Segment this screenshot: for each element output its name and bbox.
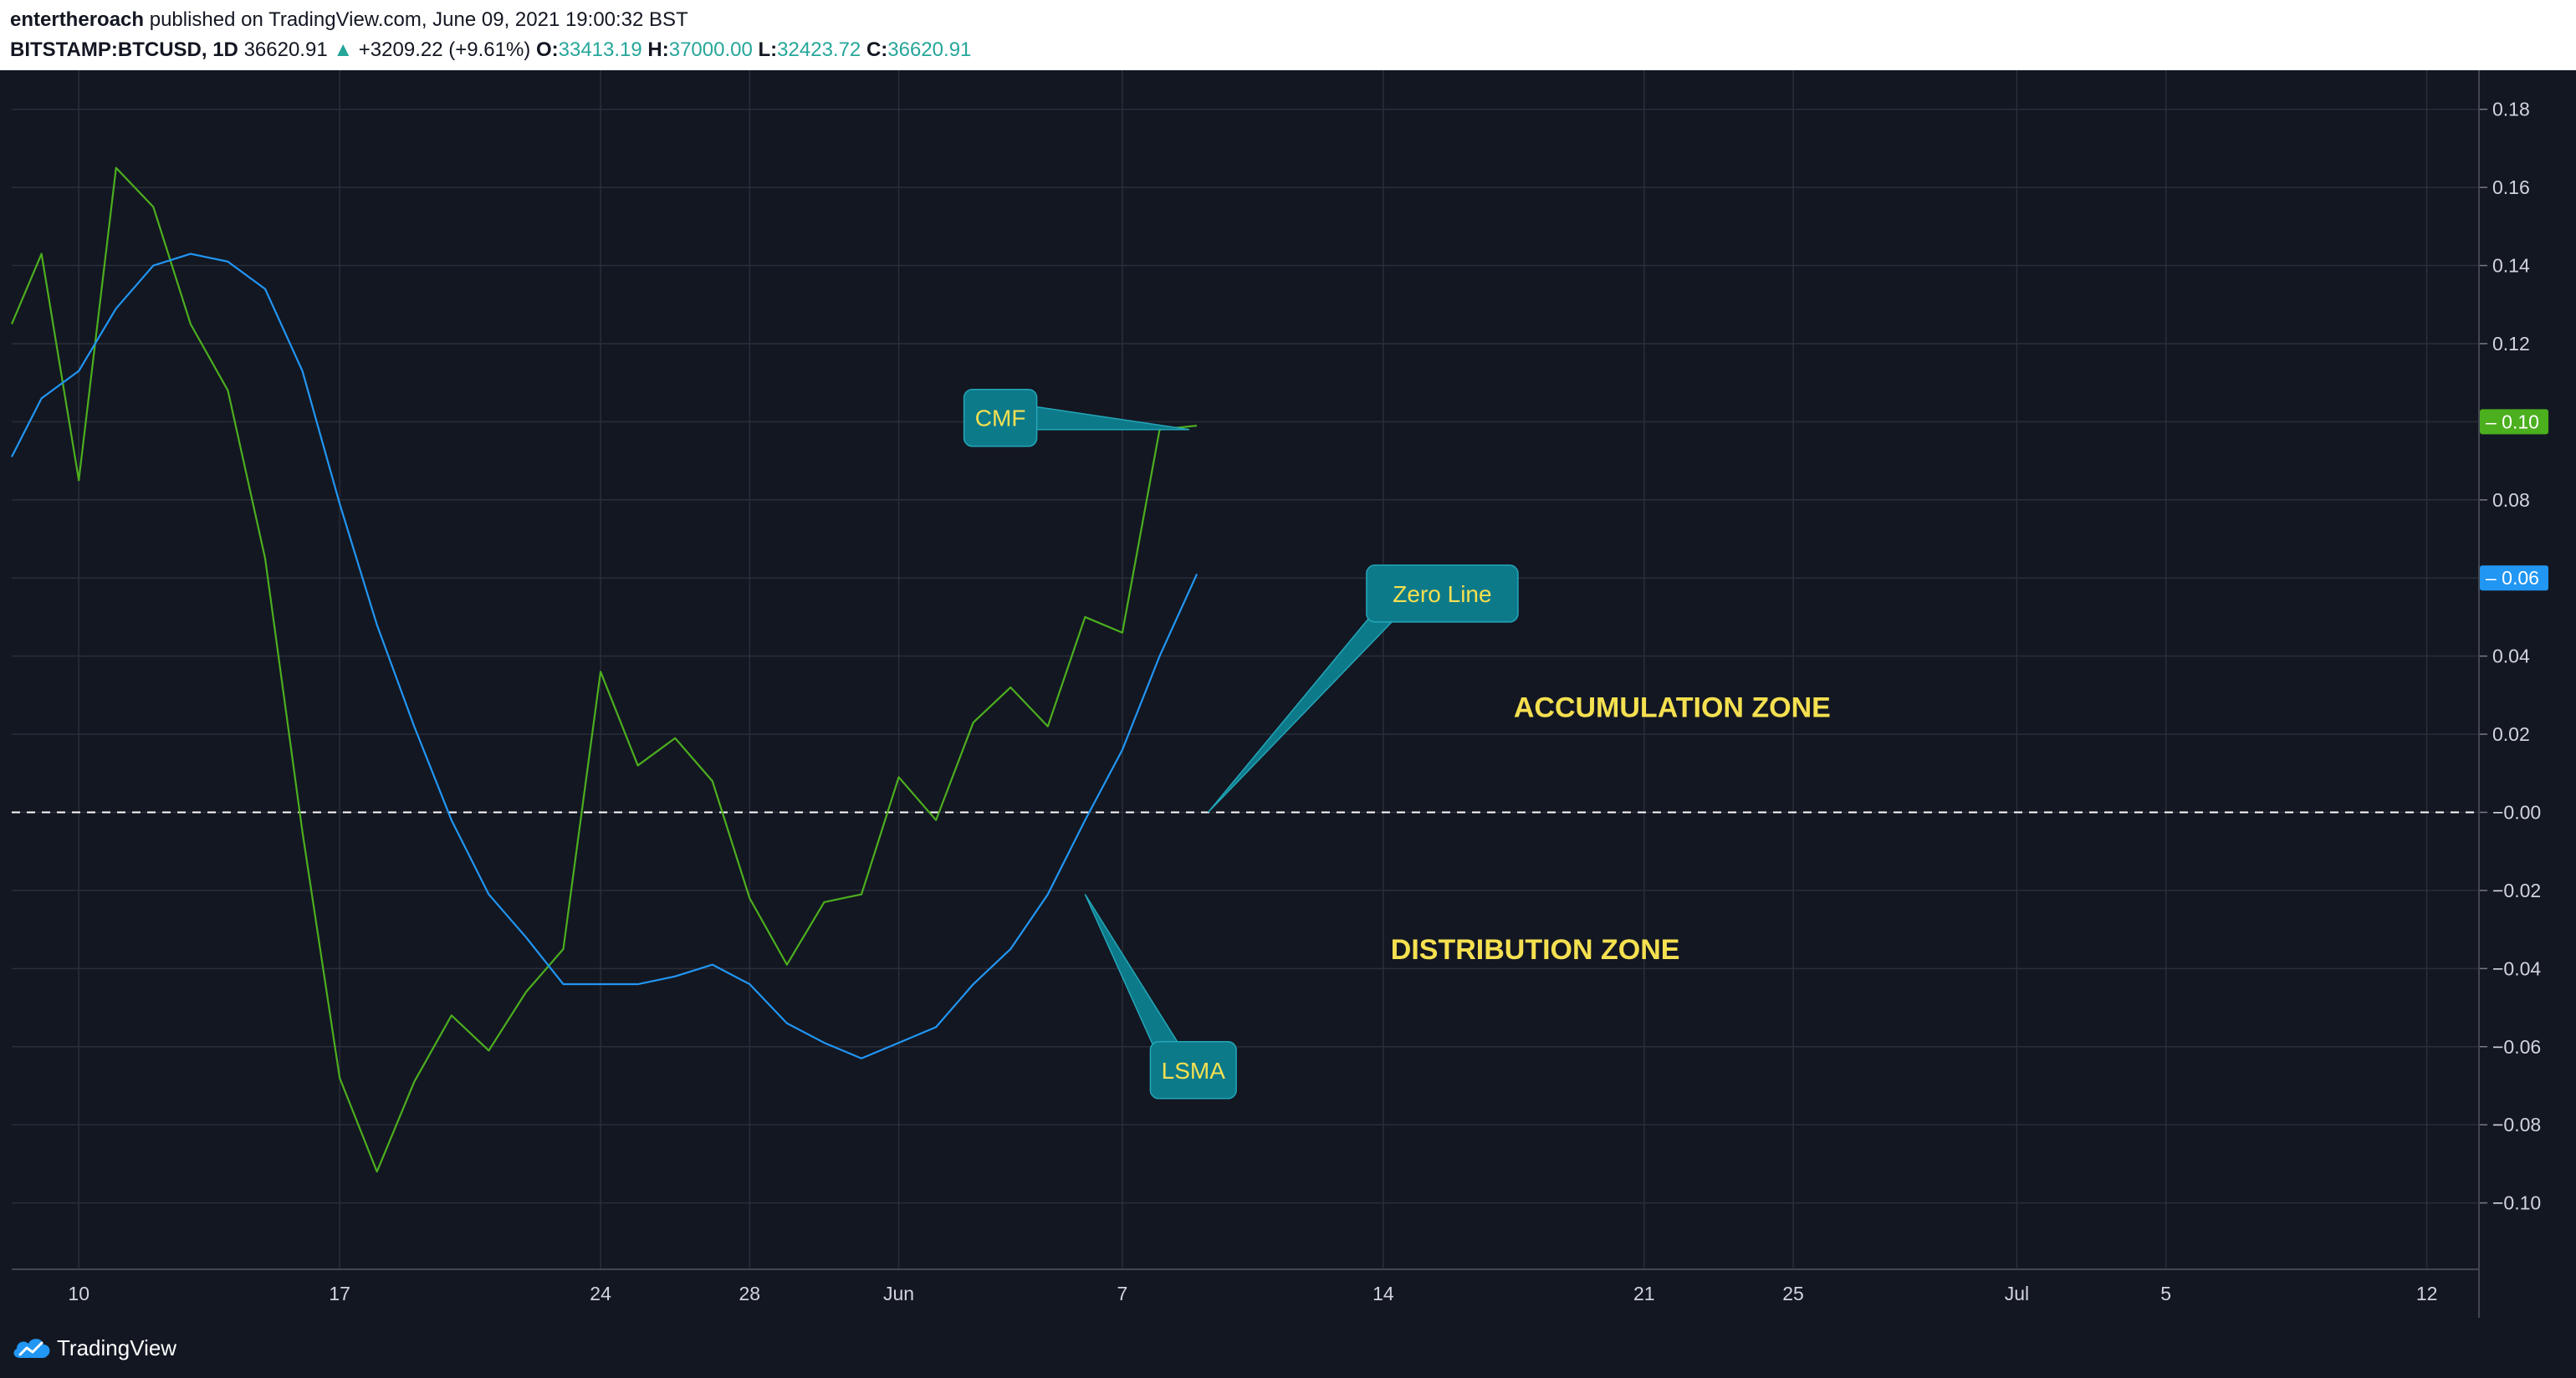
y-tick-label: 0.14 bbox=[2492, 255, 2530, 277]
x-tick-label: Jun bbox=[883, 1283, 914, 1304]
callout-label: CMF bbox=[975, 406, 1026, 431]
x-tick-label: 28 bbox=[739, 1283, 761, 1304]
tradingview-brand[interactable]: TradingView bbox=[57, 1333, 176, 1363]
high-label: H: bbox=[647, 38, 669, 61]
x-tick-label: 14 bbox=[1372, 1283, 1394, 1304]
x-tick-label: 10 bbox=[68, 1283, 89, 1304]
ohlc-line: BITSTAMP:BTCUSD, 1D 36620.91 ▲ +3209.22 … bbox=[10, 35, 971, 65]
y-tick-label: −0.08 bbox=[2492, 1114, 2541, 1136]
y-tick-label: −0.06 bbox=[2492, 1036, 2541, 1058]
y-tick-label: 0.02 bbox=[2492, 723, 2530, 745]
y-tick-label: 0.12 bbox=[2492, 333, 2530, 355]
publication-line: entertheroach published on TradingView.c… bbox=[10, 5, 688, 35]
symbol-label: BITSTAMP:BTCUSD, 1D bbox=[10, 38, 238, 61]
close-label: C: bbox=[866, 38, 888, 61]
author-name[interactable]: entertheroach bbox=[10, 8, 144, 31]
x-tick-label: Jul bbox=[2005, 1283, 2029, 1304]
y-tick-label: 0.16 bbox=[2492, 176, 2530, 198]
high-value: 37000.00 bbox=[668, 38, 753, 61]
y-tick-label: 0.04 bbox=[2492, 646, 2530, 667]
chart-area[interactable]: 10 17 24 28 Jun 7 14 21 25 Jul 5 12 0.18 0.16 0.14 0.12… bbox=[0, 70, 2576, 1318]
x-tick-label: 12 bbox=[2416, 1283, 2438, 1304]
y-tick-label: −0.02 bbox=[2492, 880, 2541, 901]
y-tick-label: −0.04 bbox=[2492, 957, 2541, 979]
x-tick-label: 7 bbox=[1117, 1283, 1128, 1304]
y-tick-label: −0.00 bbox=[2492, 801, 2541, 823]
price-change: +3209.22 (+9.61%) bbox=[358, 38, 531, 61]
low-value: 32423.72 bbox=[777, 38, 861, 61]
chart-canvas[interactable]: 10 17 24 28 Jun 7 14 21 25 Jul 5 12 0.18 0.16 0.14 0.12… bbox=[0, 70, 2576, 1318]
y-tick-label: −0.10 bbox=[2492, 1192, 2541, 1214]
open-label: O: bbox=[535, 38, 559, 61]
x-tick-label: 25 bbox=[1782, 1283, 1804, 1304]
last-price: 36620.91 bbox=[243, 38, 328, 61]
close-value: 36620.91 bbox=[887, 38, 972, 61]
chart-background bbox=[0, 70, 2576, 1318]
x-tick-label: 17 bbox=[329, 1283, 350, 1304]
zone-label: DISTRIBUTION ZONE bbox=[1391, 934, 1680, 966]
y-tick-label: 0.08 bbox=[2492, 489, 2530, 511]
open-value: 33413.19 bbox=[558, 38, 642, 61]
last-value-label: – 0.06 bbox=[2486, 567, 2539, 589]
callout-label: Zero Line bbox=[1393, 581, 1491, 607]
y-tick-label: 0.18 bbox=[2492, 99, 2530, 120]
up-arrow-icon: ▲ bbox=[333, 38, 354, 61]
publication-header: entertheroach published on TradingView.c… bbox=[0, 0, 2576, 70]
published-text: published on TradingView.com, June 09, 2… bbox=[149, 8, 688, 31]
callout-label: LSMA bbox=[1162, 1058, 1226, 1084]
x-tick-label: 21 bbox=[1633, 1283, 1655, 1304]
low-label: L: bbox=[758, 38, 778, 61]
footer: TradingView bbox=[0, 1318, 2576, 1378]
x-tick-label: 24 bbox=[590, 1283, 611, 1304]
tradingview-cloud-icon[interactable] bbox=[10, 1333, 54, 1363]
zone-label: ACCUMULATION ZONE bbox=[1514, 692, 1831, 723]
last-value-label: – 0.10 bbox=[2486, 411, 2539, 432]
x-tick-label: 5 bbox=[2160, 1283, 2171, 1304]
